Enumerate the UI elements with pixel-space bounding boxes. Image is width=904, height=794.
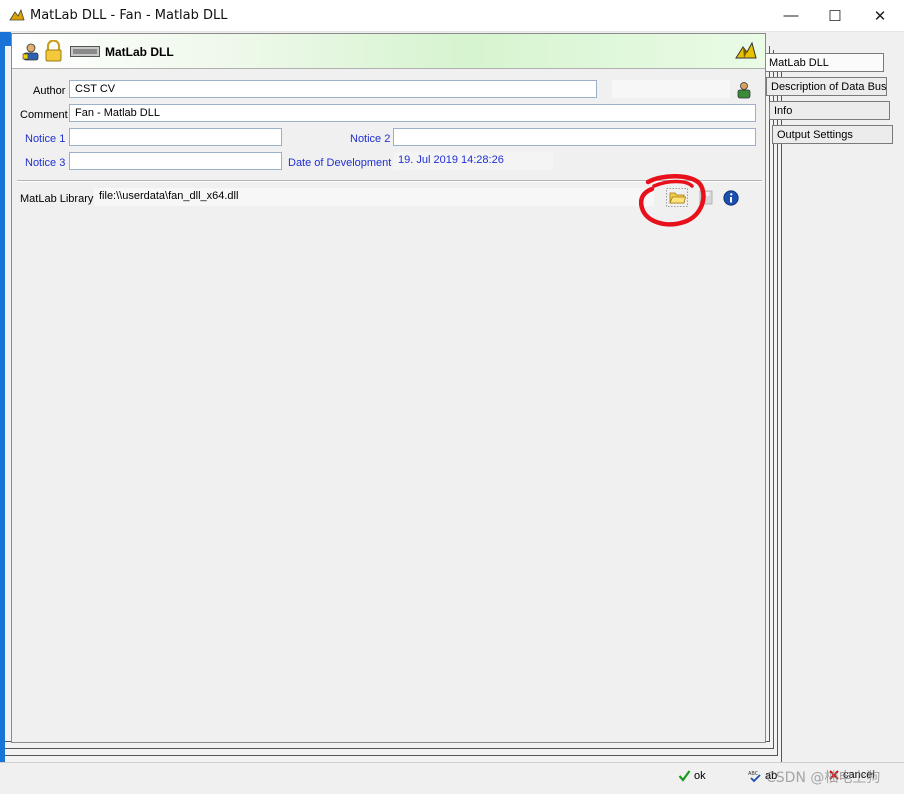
user-search-icon[interactable] [736, 81, 752, 99]
red-circle-annotation [638, 174, 706, 227]
comment-field[interactable]: Fan - Matlab DLL [69, 104, 756, 122]
notice-1-field[interactable] [69, 128, 282, 146]
title-bar: MatLab DLL - Fan - Matlab DLL — ☐ ✕ [0, 0, 904, 32]
author-extra-field[interactable] [612, 80, 730, 98]
notice-1-label: Notice 1 [25, 133, 66, 145]
info-icon[interactable] [723, 190, 739, 206]
matlab-library-path[interactable]: file:\\userdata\fan_dll_x64.dll [94, 188, 654, 206]
close-button[interactable]: ✕ [857, 0, 903, 31]
spellcheck-icon: ABC [748, 771, 761, 783]
date-of-development-label: Date of Development [288, 157, 392, 169]
notice-2-label: Notice 2 [350, 133, 391, 145]
ok-button[interactable]: ok [678, 769, 706, 782]
notice-2-field[interactable] [393, 128, 756, 146]
maximize-button[interactable]: ☐ [812, 0, 858, 31]
checkmark-icon [678, 770, 691, 782]
matlab-logo-icon [735, 41, 757, 59]
matlab-library-label: MatLab Library [20, 193, 94, 205]
matlab-dll-panel: MatLab DLL Author CST CV Comment Fan - M… [11, 33, 766, 743]
ok-label: ok [694, 769, 706, 782]
panel-title: MatLab DLL [105, 45, 174, 59]
panel-header: MatLab DLL [12, 34, 765, 69]
tab-info[interactable]: Info [769, 101, 890, 120]
matlab-app-icon [9, 8, 25, 21]
comment-label: Comment [20, 109, 68, 121]
tab-description-of-data-bus[interactable]: Description of Data Bus [766, 77, 887, 96]
svg-text:ABC: ABC [748, 771, 759, 777]
tab-output-settings[interactable]: Output Settings [772, 125, 893, 144]
lock-icon[interactable] [44, 40, 63, 62]
window-title: MatLab DLL - Fan - Matlab DLL [30, 8, 228, 23]
minimize-button[interactable]: — [768, 0, 814, 31]
dll-module-icon [70, 46, 100, 57]
author-field[interactable]: CST CV [69, 80, 597, 98]
author-label: Author [33, 85, 66, 97]
tab-matlab-dll[interactable]: MatLab DLL [764, 53, 884, 72]
notice-3-label: Notice 3 [25, 157, 66, 169]
notice-3-field[interactable] [69, 152, 282, 170]
user-settings-icon[interactable] [21, 42, 41, 62]
csdn-watermark: CSDN @柚电上狗 [766, 770, 881, 786]
date-of-development-value: 19. Jul 2019 14:28:26 [393, 152, 553, 170]
